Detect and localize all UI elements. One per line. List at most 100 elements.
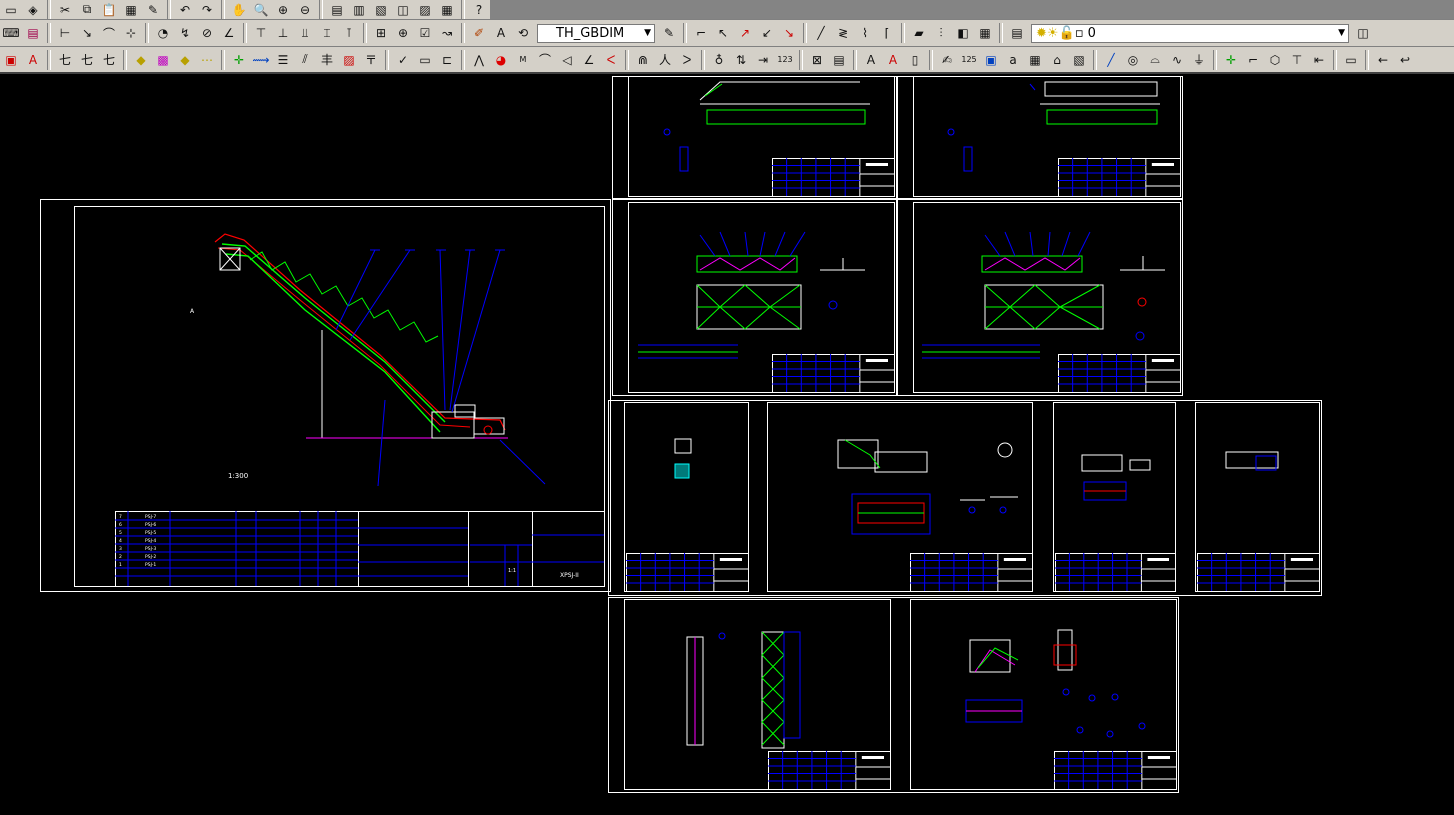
multileader-icon[interactable]: ↖ xyxy=(712,23,734,43)
table-icon[interactable]: ▦ xyxy=(974,23,996,43)
tolerance-stack-icon[interactable]: ⇅ xyxy=(730,50,752,70)
zoom-window-icon[interactable]: ⊕ xyxy=(272,0,294,19)
copy-icon[interactable]: ⧉ xyxy=(76,0,98,19)
weld-icon[interactable]: ▰ xyxy=(908,23,930,43)
number-123-icon[interactable]: 123 xyxy=(774,50,796,70)
redo-icon[interactable]: ↷ xyxy=(196,0,218,19)
number-125-icon[interactable]: 125 xyxy=(958,50,980,70)
hatch-pattern-icon[interactable]: 七 xyxy=(54,50,76,70)
dimstyle-select[interactable]: TH_GBDIM ▼ xyxy=(537,23,655,43)
wave-icon[interactable]: ∿ xyxy=(1166,50,1188,70)
text-color-icon[interactable]: A xyxy=(882,50,904,70)
angular-dim-icon[interactable]: ∠ xyxy=(218,23,240,43)
sheet-inner-frame[interactable] xyxy=(910,599,1177,790)
dim-space-icon[interactable]: ⌶ xyxy=(316,23,338,43)
check-icon[interactable]: ✓ xyxy=(392,50,414,70)
arc-length-icon[interactable]: ⌒ xyxy=(98,23,120,43)
grid-line-icon[interactable]: 丰 xyxy=(316,50,338,70)
block-attribute-icon[interactable]: ⊠ xyxy=(806,50,828,70)
layer-select[interactable]: ✹ ☀ 🔓 ▫ 0 ▼ xyxy=(1031,23,1349,43)
region-icon[interactable]: ◆ xyxy=(130,50,152,70)
arc-icon[interactable]: ⌒ xyxy=(534,50,556,70)
diameter-dim-icon[interactable]: ⊘ xyxy=(196,23,218,43)
pan-icon[interactable]: ✋ xyxy=(228,0,250,19)
dim-123-icon[interactable]: M xyxy=(512,50,534,70)
dim-edit-icon[interactable]: ✐ xyxy=(468,23,490,43)
calculator-icon[interactable]: ▤ xyxy=(22,23,44,43)
polyline-icon[interactable]: ⟿ xyxy=(250,50,272,70)
datum-icon[interactable]: ◧ xyxy=(952,23,974,43)
radius-dim-icon[interactable]: ◔ xyxy=(152,23,174,43)
grid-table-icon[interactable]: ▦ xyxy=(1024,50,1046,70)
inspect-icon[interactable]: ☑ xyxy=(414,23,436,43)
baseline-dim-icon[interactable]: ⊥ xyxy=(272,23,294,43)
wipeout-icon[interactable]: ◆ xyxy=(174,50,196,70)
tolerance-icon[interactable]: ⊞ xyxy=(370,23,392,43)
circle-target-icon[interactable]: ◎ xyxy=(1122,50,1144,70)
ground-symbol-icon[interactable]: ⏚ xyxy=(1188,50,1210,70)
linear-dim-icon[interactable]: ⊢ xyxy=(54,23,76,43)
leader-remove-icon[interactable]: ↙ xyxy=(756,23,778,43)
jogged-dim-icon[interactable]: ↯ xyxy=(174,23,196,43)
revcloud-icon[interactable]: ⋯ xyxy=(196,50,218,70)
markup-icon[interactable]: ▨ xyxy=(414,0,436,19)
layer-previous-icon[interactable]: ◫ xyxy=(1352,23,1374,43)
hatch-line-icon[interactable]: ╱ xyxy=(810,23,832,43)
leader-align-icon[interactable]: ↘ xyxy=(778,23,800,43)
design-center-icon[interactable]: ▥ xyxy=(348,0,370,19)
dim-break-icon[interactable]: ⊺ xyxy=(338,23,360,43)
leader-icon[interactable]: ⌐ xyxy=(690,23,712,43)
quick-calc-icon[interactable]: ▦ xyxy=(436,0,458,19)
cross-line-icon[interactable]: 〒 xyxy=(360,50,382,70)
corner-icon[interactable]: ⌐ xyxy=(1242,50,1264,70)
block-table-icon[interactable]: ▤ xyxy=(828,50,850,70)
brush-icon[interactable]: ✎ xyxy=(142,0,164,19)
angle-icon[interactable]: ∠ xyxy=(578,50,600,70)
arrow-align-icon[interactable]: ⇥ xyxy=(752,50,774,70)
text-icon[interactable]: A xyxy=(22,50,44,70)
arrows-icon[interactable]: ᐳ xyxy=(676,50,698,70)
point-style-icon[interactable]: ⋀ xyxy=(468,50,490,70)
house-icon[interactable]: ⌂ xyxy=(1046,50,1068,70)
sheet-set-icon[interactable]: ◫ xyxy=(392,0,414,19)
field-icon[interactable]: ▧ xyxy=(1068,50,1090,70)
sheet-inner-frame[interactable] xyxy=(628,202,895,393)
solid-hatch-icon[interactable]: ▨ xyxy=(338,50,360,70)
parallel-icon[interactable]: ⫽ xyxy=(294,50,316,70)
slot-icon[interactable]: ⊏ xyxy=(436,50,458,70)
sheet-inner-frame[interactable] xyxy=(624,599,891,790)
leader-add-icon[interactable]: ↗ xyxy=(734,23,756,43)
properties-icon[interactable]: ▤ xyxy=(326,0,348,19)
help-icon[interactable]: ? xyxy=(468,0,490,19)
sheet-inner-frame[interactable] xyxy=(1053,402,1176,592)
superscript-icon[interactable]: a xyxy=(1002,50,1024,70)
color-palette-icon[interactable]: ▩ xyxy=(152,50,174,70)
dim-update-icon[interactable]: ⟲ xyxy=(512,23,534,43)
sheet-inner-frame[interactable] xyxy=(628,76,895,197)
sheet-inner-frame[interactable] xyxy=(913,76,1181,197)
zoom-realtime-icon[interactable]: 🔍 xyxy=(250,0,272,19)
sheet-inner-frame[interactable] xyxy=(624,402,749,592)
jogged-linear-icon[interactable]: ↝ xyxy=(436,23,458,43)
surface-icon[interactable]: ⫶ xyxy=(930,23,952,43)
multiline-icon[interactable]: ☰ xyxy=(272,50,294,70)
chamfer-icon[interactable]: ◁ xyxy=(556,50,578,70)
match-properties-icon[interactable]: ▦ xyxy=(120,0,142,19)
detail-sheets[interactable] xyxy=(608,76,1322,793)
break-line-icon[interactable]: ⌇ xyxy=(854,23,876,43)
line-icon[interactable]: ╱ xyxy=(1100,50,1122,70)
sheet-inner-frame[interactable] xyxy=(913,202,1181,393)
centerline-icon[interactable]: ✛ xyxy=(1220,50,1242,70)
quick-dim-icon[interactable]: ⊤ xyxy=(250,23,272,43)
arrow-left-icon[interactable]: ← xyxy=(1372,50,1394,70)
rectangle-icon[interactable]: ▭ xyxy=(414,50,436,70)
surface-roughness-icon[interactable]: ♁ xyxy=(708,50,730,70)
person-icon[interactable]: 人 xyxy=(654,50,676,70)
hatch-edit-icon[interactable]: 七 xyxy=(76,50,98,70)
center-mark-icon[interactable]: ⊕ xyxy=(392,23,414,43)
text-style-icon[interactable]: Ａ xyxy=(860,50,882,70)
dimstyle-manager-icon[interactable]: ✎ xyxy=(658,23,680,43)
continue-dim-icon[interactable]: ⫫ xyxy=(294,23,316,43)
dim-text-edit-icon[interactable]: A xyxy=(490,23,512,43)
screen-icon[interactable]: ▭ xyxy=(1340,50,1362,70)
